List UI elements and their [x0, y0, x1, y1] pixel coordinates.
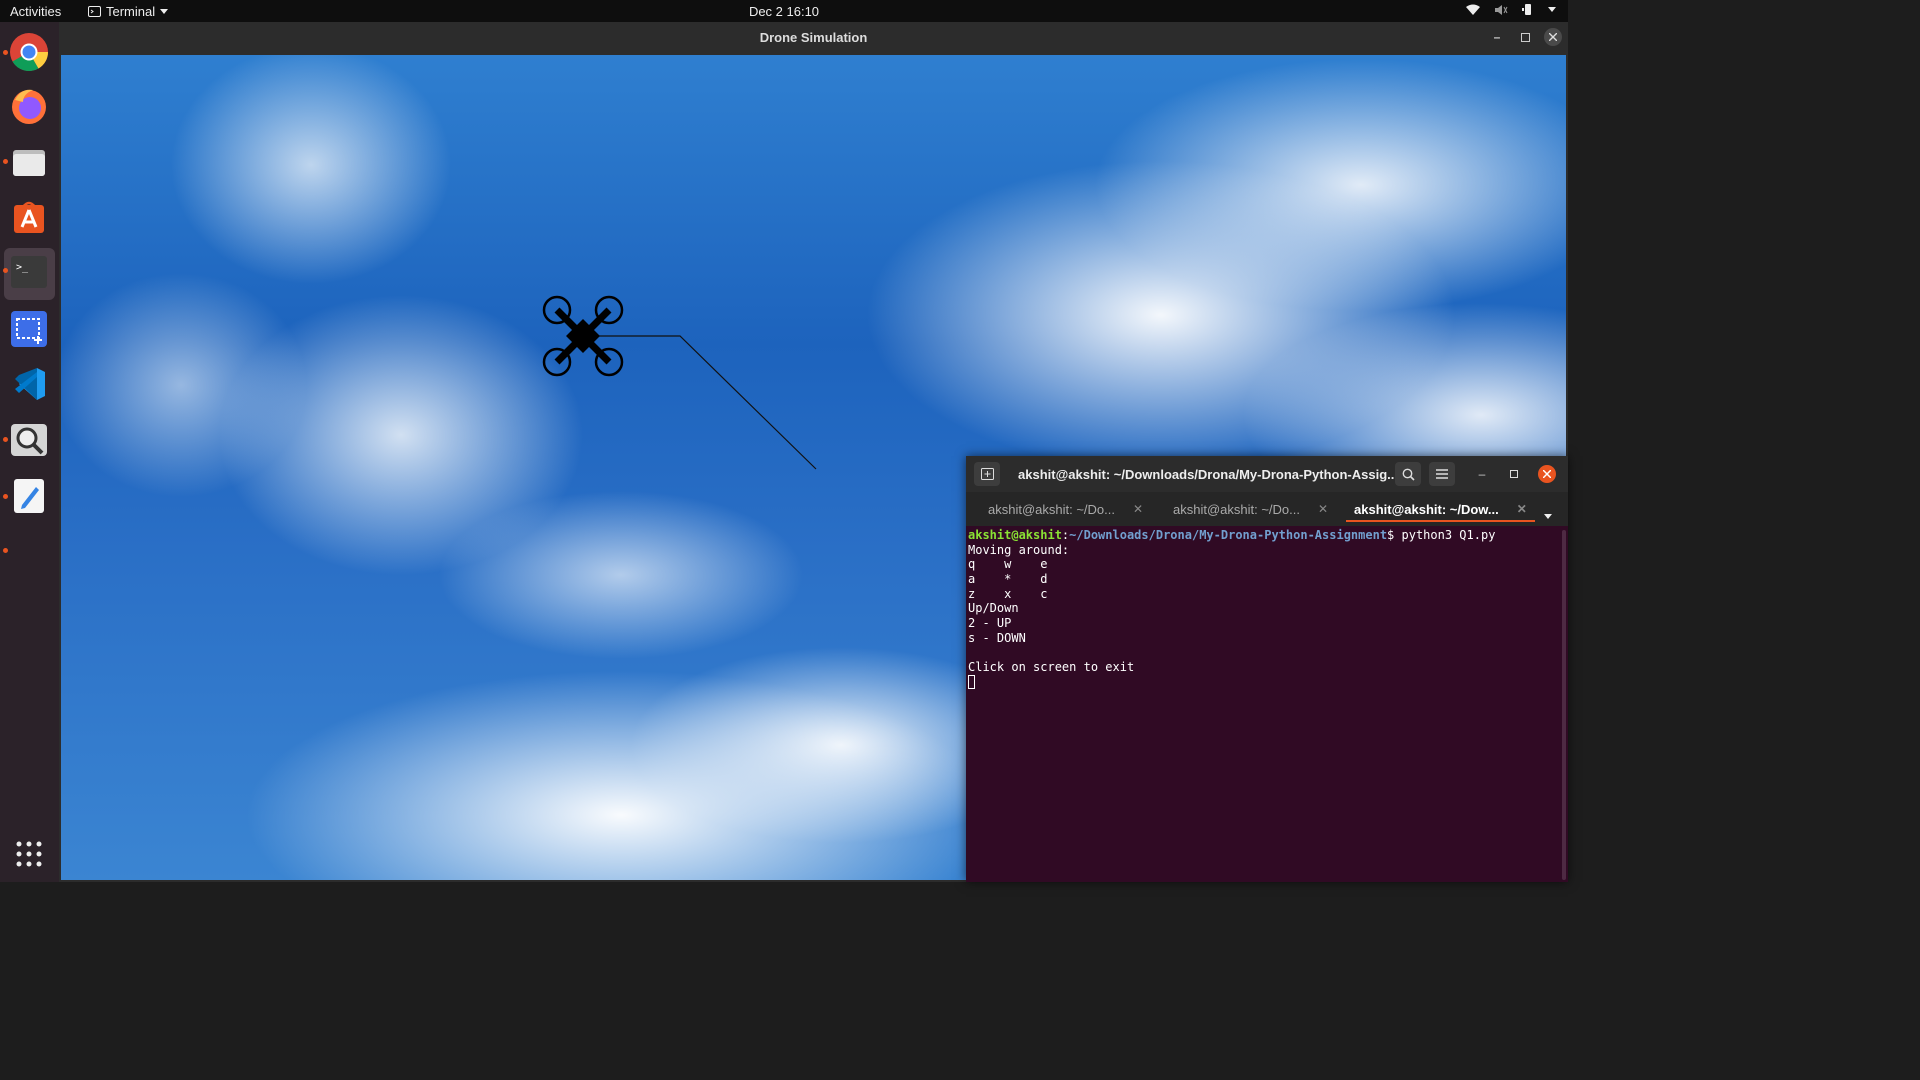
tab-1[interactable]: akshit@akshit: ~/Do... ✕ [988, 492, 1143, 526]
svg-text:>_: >_ [16, 262, 29, 273]
app-menu[interactable]: Terminal [88, 4, 169, 19]
output-line: Up/Down [968, 601, 1019, 616]
search-button[interactable] [1395, 462, 1421, 486]
magnifier-icon[interactable] [9, 420, 49, 460]
screenshot-icon[interactable] [9, 309, 49, 349]
running-indicator [3, 494, 8, 499]
window-title: Drone Simulation [759, 30, 868, 45]
chevron-down-icon [160, 9, 169, 14]
prompt-command: $ python3 Q1.py [1387, 528, 1496, 542]
prompt-line: akshit@akshit:~/Downloads/Drona/My-Drona… [968, 528, 1496, 542]
running-indicator [3, 159, 8, 164]
tab-label: akshit@akshit: ~/Do... [988, 501, 1115, 517]
tab-label: akshit@akshit: ~/Dow... [1354, 501, 1499, 517]
running-indicator [3, 548, 8, 553]
terminal-tabs: akshit@akshit: ~/Do... ✕ akshit@akshit: … [966, 492, 1568, 526]
hamburger-menu-button[interactable] [1429, 462, 1455, 486]
text-cursor [968, 674, 975, 689]
tab-label: akshit@akshit: ~/Do... [1173, 501, 1300, 517]
hamburger-icon [1436, 469, 1448, 479]
output-line: s - DOWN [968, 630, 1026, 645]
output-line: Click on screen to exit [968, 660, 1135, 675]
scrollbar-thumb[interactable] [1562, 530, 1566, 880]
terminal-window: akshit@akshit: ~/Downloads/Drona/My-Dron… [966, 456, 1568, 882]
maximize-icon[interactable] [1516, 28, 1534, 46]
terminal-scrollbar[interactable] [1560, 526, 1568, 882]
output-line: q w e [968, 557, 1048, 572]
files-icon[interactable] [9, 142, 49, 182]
activities-button[interactable]: Activities [10, 4, 61, 19]
drone-path-line [583, 335, 817, 470]
terminal-headerbar[interactable]: akshit@akshit: ~/Downloads/Drona/My-Dron… [966, 456, 1568, 492]
ubuntu-software-icon[interactable] [9, 197, 49, 237]
terminal-maximize-icon[interactable] [1505, 465, 1523, 483]
search-icon [1402, 468, 1415, 481]
top-bar: Activities Terminal Dec 2 16:10 [0, 0, 1568, 22]
show-applications-icon[interactable] [9, 834, 49, 874]
tabs-dropdown-icon[interactable] [1544, 506, 1552, 524]
new-tab-button[interactable] [974, 462, 1000, 486]
terminal-minimize-icon[interactable]: – [1473, 465, 1491, 483]
terminal-icon [88, 6, 101, 17]
minimize-icon[interactable]: – [1488, 28, 1506, 46]
running-indicator [3, 437, 8, 442]
tab-close-icon[interactable]: ✕ [1517, 502, 1527, 516]
output-line: Moving around: [968, 542, 1070, 557]
output-line: a * d [968, 572, 1048, 587]
window-titlebar[interactable]: Drone Simulation – [59, 22, 1568, 53]
terminal-close-icon[interactable] [1538, 465, 1556, 483]
tab-3-active[interactable]: akshit@akshit: ~/Dow... ✕ [1346, 492, 1535, 526]
terminal-output[interactable]: akshit@akshit:~/Downloads/Drona/My-Drona… [966, 526, 1560, 882]
volume-icon [1495, 4, 1508, 15]
tab-2[interactable]: akshit@akshit: ~/Do... ✕ [1173, 492, 1328, 526]
close-icon[interactable] [1544, 28, 1562, 46]
clock[interactable]: Dec 2 16:10 [749, 4, 819, 19]
wifi-icon [1466, 4, 1480, 15]
text-editor-icon[interactable] [9, 476, 49, 516]
battery-icon [1522, 4, 1531, 15]
app-menu-label: Terminal [106, 4, 156, 19]
chrome-icon[interactable] [9, 32, 49, 72]
dock: >_ [0, 22, 59, 882]
tab-close-icon[interactable]: ✕ [1133, 502, 1143, 516]
firefox-icon[interactable] [9, 86, 49, 126]
terminal-app-icon[interactable]: >_ [9, 252, 49, 292]
prompt-user: akshit@akshit [968, 528, 1062, 542]
output-line: 2 - UP [968, 616, 1012, 631]
terminal-title: akshit@akshit: ~/Downloads/Drona/My-Dron… [1018, 467, 1398, 482]
running-indicator [3, 50, 8, 55]
output-line: z x c [968, 586, 1048, 601]
running-indicator [3, 268, 8, 273]
prompt-path: ~/Downloads/Drona/My-Drona-Python-Assign… [1069, 528, 1388, 542]
system-tray[interactable] [1466, 3, 1556, 16]
vscode-icon[interactable] [9, 364, 49, 404]
power-menu-chevron-icon [1548, 7, 1556, 12]
cursor-line [968, 674, 1560, 690]
tab-close-icon[interactable]: ✕ [1318, 502, 1328, 516]
